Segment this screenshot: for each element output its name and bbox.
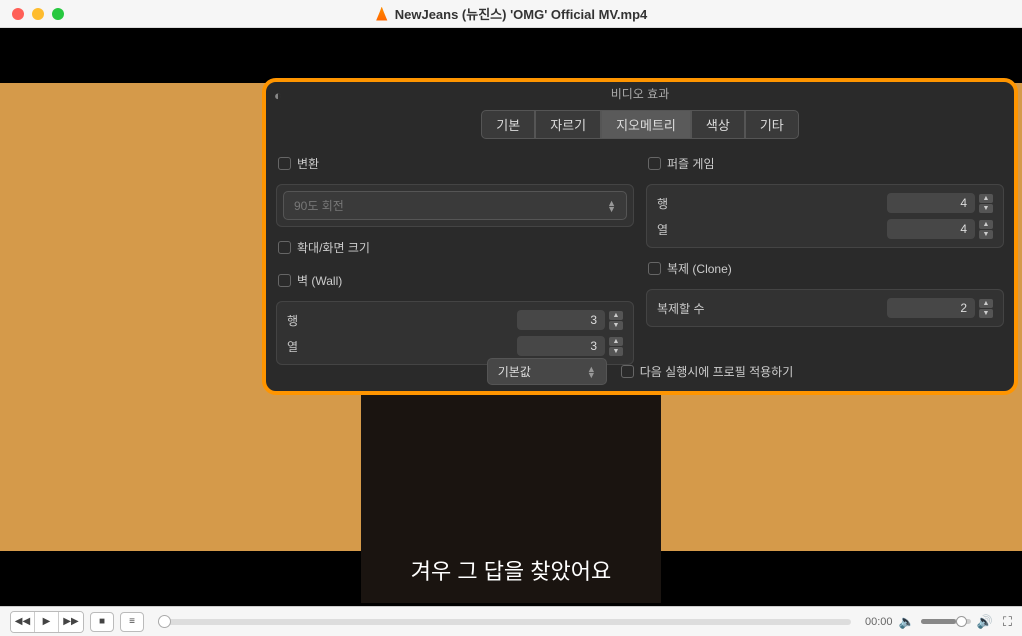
wall-cols-label: 열 xyxy=(287,338,298,355)
puzzle-rows-input[interactable]: 4 xyxy=(887,193,975,213)
next-button[interactable]: ▶▶ xyxy=(59,612,83,632)
panel-title: 비디오 효과 xyxy=(266,82,1014,106)
panel-indicator-icon: ◐ xyxy=(274,88,282,103)
transform-checkbox[interactable] xyxy=(278,157,291,170)
tab-geometry[interactable]: 지오메트리 xyxy=(601,110,691,139)
video-area: 겨우 그 답을 찾았어요 ◐ 비디오 효과 기본 자르기 지오메트리 색상 기타… xyxy=(0,28,1022,606)
tab-crop[interactable]: 자르기 xyxy=(535,110,601,139)
time-display: 00:00 xyxy=(865,616,893,628)
zoom-label: 확대/화면 크기 xyxy=(297,239,370,256)
wall-label: 벽 (Wall) xyxy=(297,272,342,289)
vlc-icon xyxy=(375,7,389,21)
playback-controls: ◀◀ ▶ ▶▶ ■ ≡ 00:00 🔈 🔊 ⛶ xyxy=(0,606,1022,636)
stop-button[interactable]: ■ xyxy=(90,612,114,632)
puzzle-rows-up[interactable]: ▲ xyxy=(979,194,993,203)
window-titlebar: NewJeans (뉴진스) 'OMG' Official MV.mp4 xyxy=(0,0,1022,28)
clone-label: 복제 (Clone) xyxy=(667,260,732,277)
wall-checkbox[interactable] xyxy=(278,274,291,287)
transform-label: 변환 xyxy=(297,155,319,172)
window-title: NewJeans (뉴진스) 'OMG' Official MV.mp4 xyxy=(395,4,648,23)
puzzle-cols-label: 열 xyxy=(657,221,668,238)
maximize-window-button[interactable] xyxy=(52,8,64,20)
effects-tabs: 기본 자르기 지오메트리 색상 기타 xyxy=(266,110,1014,139)
apply-next-label: 다음 실행시에 프로필 적용하기 xyxy=(640,363,794,380)
puzzle-checkbox[interactable] xyxy=(648,157,661,170)
play-button[interactable]: ▶ xyxy=(35,612,59,632)
puzzle-cols-down[interactable]: ▼ xyxy=(979,230,993,239)
wall-rows-input[interactable]: 3 xyxy=(517,310,605,330)
puzzle-rows-down[interactable]: ▼ xyxy=(979,204,993,213)
puzzle-label: 퍼즐 게임 xyxy=(667,155,715,172)
tab-other[interactable]: 기타 xyxy=(745,110,799,139)
wall-cols-down[interactable]: ▼ xyxy=(609,347,623,356)
zoom-checkbox[interactable] xyxy=(278,241,291,254)
video-effects-panel: ◐ 비디오 효과 기본 자르기 지오메트리 색상 기타 변환 90도 회전 ▲▼ xyxy=(262,78,1018,395)
clone-count-label: 복제할 수 xyxy=(657,300,705,317)
clone-checkbox[interactable] xyxy=(648,262,661,275)
previous-button[interactable]: ◀◀ xyxy=(11,612,35,632)
volume-icon[interactable]: 🔊 xyxy=(977,614,993,630)
volume-thumb[interactable] xyxy=(956,616,967,627)
wall-cols-input[interactable]: 3 xyxy=(517,336,605,356)
mute-icon[interactable]: 🔈 xyxy=(899,614,915,630)
tab-basic[interactable]: 기본 xyxy=(481,110,535,139)
puzzle-rows-label: 행 xyxy=(657,195,668,212)
minimize-window-button[interactable] xyxy=(32,8,44,20)
clone-count-input[interactable]: 2 xyxy=(887,298,975,318)
puzzle-cols-input[interactable]: 4 xyxy=(887,219,975,239)
close-window-button[interactable] xyxy=(12,8,24,20)
seek-thumb[interactable] xyxy=(158,615,171,628)
wall-cols-up[interactable]: ▲ xyxy=(609,337,623,346)
volume-slider[interactable] xyxy=(921,619,971,624)
wall-rows-down[interactable]: ▼ xyxy=(609,321,623,330)
transform-select[interactable]: 90도 회전 ▲▼ xyxy=(283,191,627,220)
apply-next-checkbox[interactable] xyxy=(621,365,634,378)
puzzle-cols-up[interactable]: ▲ xyxy=(979,220,993,229)
wall-rows-label: 행 xyxy=(287,312,298,329)
profile-select[interactable]: 기본값 ▲▼ xyxy=(487,358,607,385)
fullscreen-icon[interactable]: ⛶ xyxy=(1003,614,1012,630)
subtitle-text: 겨우 그 답을 찾았어요 xyxy=(411,554,612,586)
seek-slider[interactable] xyxy=(158,619,851,625)
clone-count-up[interactable]: ▲ xyxy=(979,299,993,308)
tab-color[interactable]: 색상 xyxy=(691,110,745,139)
playlist-button[interactable]: ≡ xyxy=(120,612,144,632)
wall-rows-up[interactable]: ▲ xyxy=(609,311,623,320)
clone-count-down[interactable]: ▼ xyxy=(979,309,993,318)
